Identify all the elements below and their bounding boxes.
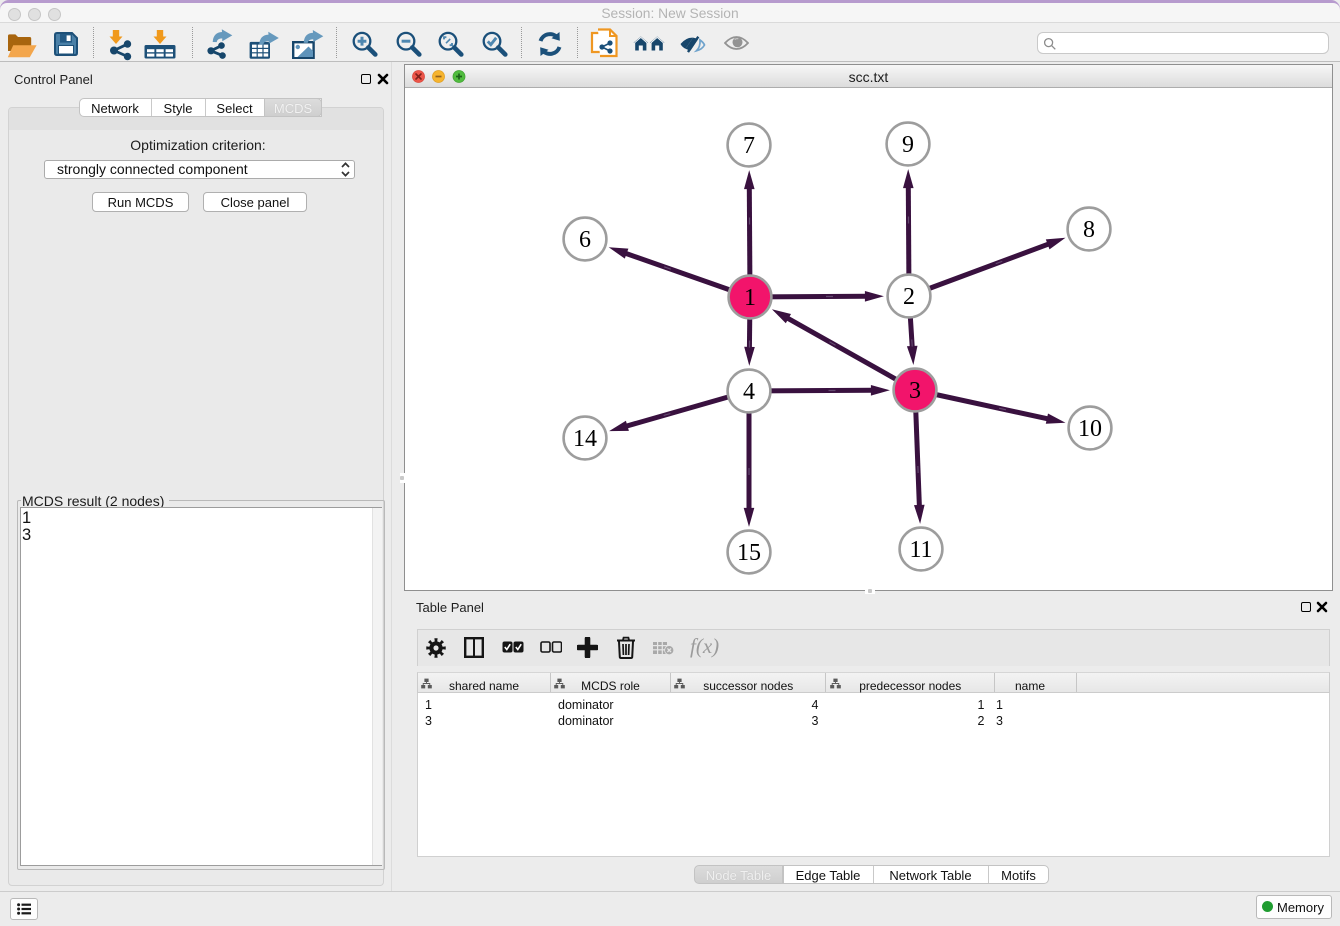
svg-text:6: 6 (579, 227, 591, 253)
svg-text:10: 10 (1078, 416, 1102, 442)
svg-text:11: 11 (909, 537, 932, 563)
svg-text:8: 8 (1083, 217, 1095, 243)
svg-text:9: 9 (902, 132, 914, 158)
svg-text:15: 15 (737, 540, 761, 566)
svg-text:4: 4 (743, 379, 755, 405)
svg-text:3: 3 (909, 378, 921, 404)
svg-text:7: 7 (743, 133, 755, 159)
svg-text:2: 2 (903, 284, 915, 310)
svg-text:14: 14 (573, 426, 597, 452)
svg-text:1: 1 (744, 285, 756, 311)
